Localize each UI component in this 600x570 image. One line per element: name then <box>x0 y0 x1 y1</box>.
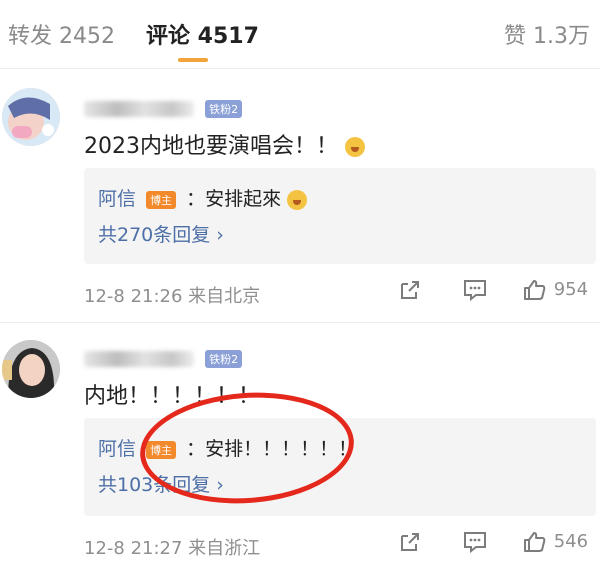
thumb-up-icon <box>524 280 546 300</box>
share-button[interactable] <box>398 530 422 554</box>
username-row[interactable]: 铁粉2 <box>84 348 243 368</box>
reply-author[interactable]: 阿信 <box>98 188 136 210</box>
comment-tabs: 转发 2452 评论 4517 赞 1.3万 <box>0 0 600 69</box>
reply-count-link[interactable]: 共270条回复 › <box>98 220 224 247</box>
avatar[interactable] <box>2 340 60 398</box>
like-count: 954 <box>553 279 589 300</box>
tongue-emoji-icon <box>287 189 308 210</box>
crying-emoji-icon <box>345 137 365 157</box>
comment-button[interactable] <box>462 530 488 554</box>
reply-box[interactable]: 阿信 博主 ：安排起來 共270条回复 › <box>84 168 596 264</box>
tab-comments[interactable]: 评论 4517 <box>146 18 259 50</box>
reply-line: 阿信 博主 ：安排起來 <box>98 184 308 211</box>
comment-meta: 12-8 21:27 来自浙江 <box>84 538 261 559</box>
share-icon <box>401 533 419 551</box>
username-row[interactable]: 铁粉2 <box>84 98 243 118</box>
reply-text: ：安排起來 <box>186 188 282 210</box>
share-button[interactable] <box>398 278 422 302</box>
like-count: 546 <box>553 531 589 552</box>
comment-icon <box>464 280 486 302</box>
blurred-username <box>84 350 194 367</box>
fan-badge: 铁粉2 <box>205 99 243 118</box>
reply-author[interactable]: 阿信 <box>98 438 136 460</box>
blurred-username <box>84 100 194 117</box>
share-icon <box>401 281 419 299</box>
blogger-badge: 博主 <box>146 190 177 209</box>
tab-likes[interactable]: 赞 1.3万 <box>504 18 590 50</box>
like-button[interactable]: 954 <box>522 278 588 302</box>
divider <box>0 322 600 323</box>
active-tab-indicator <box>178 58 208 62</box>
avatar[interactable] <box>2 88 60 146</box>
fan-badge: 铁粉2 <box>205 349 243 368</box>
comment-text: 2023内地也要演唱会！！ <box>84 128 365 160</box>
like-button[interactable]: 546 <box>522 530 588 554</box>
comment-button[interactable] <box>462 278 488 302</box>
tab-reposts[interactable]: 转发 2452 <box>8 18 115 50</box>
thumb-up-icon <box>524 532 546 552</box>
comment-icon <box>464 532 486 554</box>
comment-meta: 12-8 21:26 来自北京 <box>84 286 261 307</box>
comment-item: 铁粉2 2023内地也要演唱会！！ 阿信 博主 ：安排起來 共270条回复 › … <box>0 70 600 320</box>
